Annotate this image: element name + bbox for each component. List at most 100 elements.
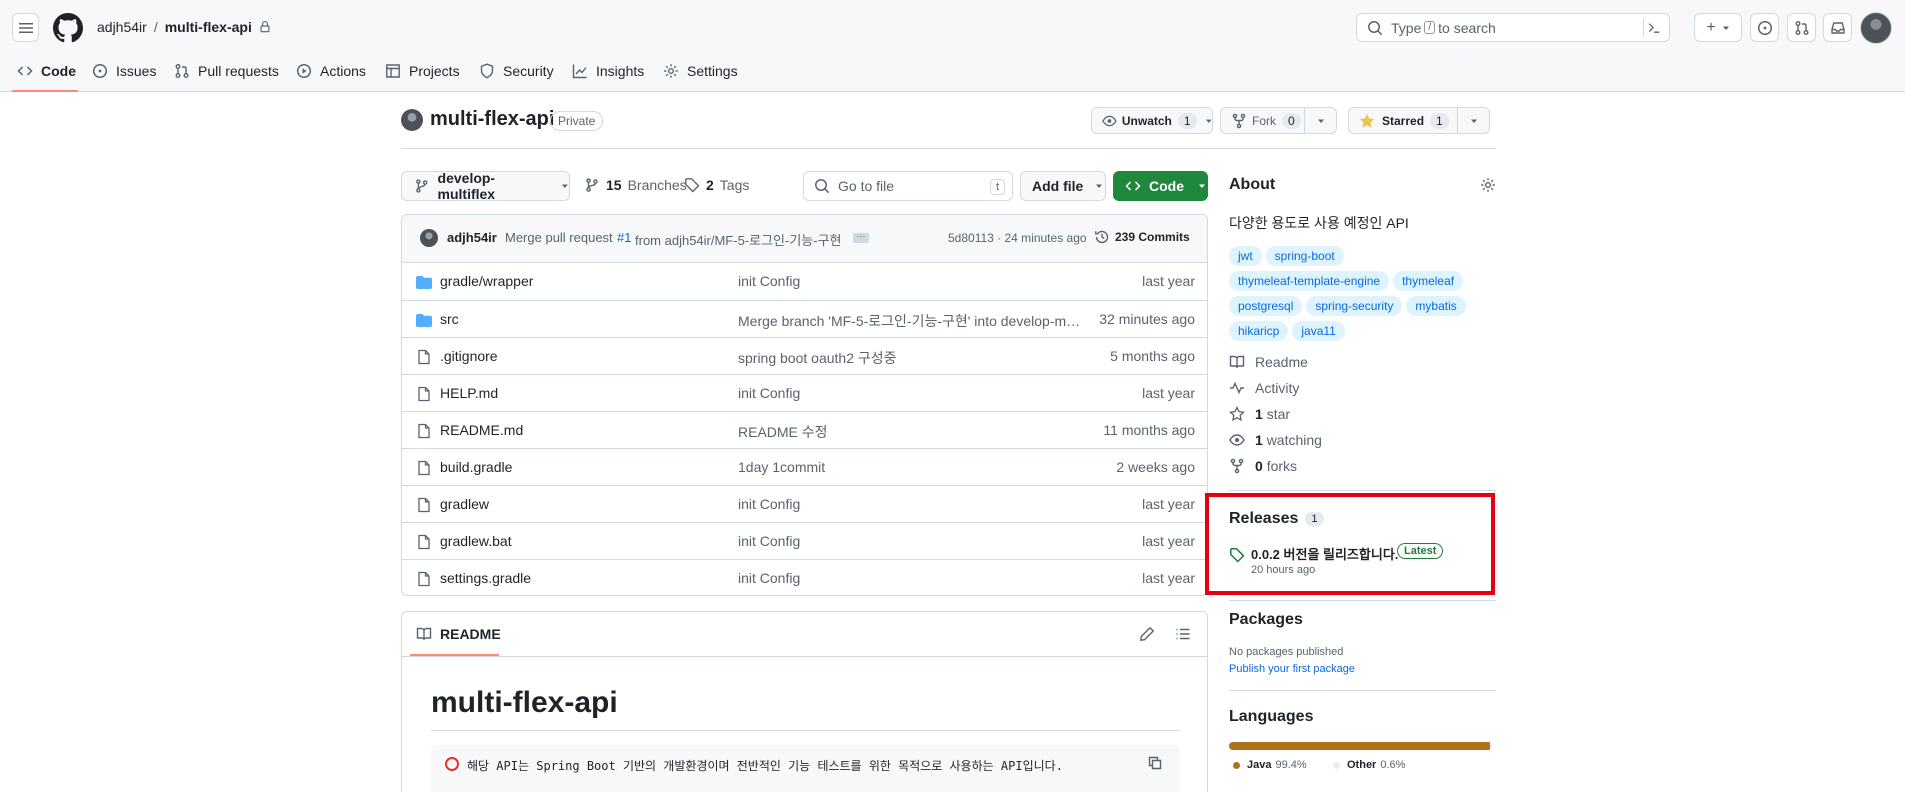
topic-tag[interactable]: jwt xyxy=(1229,246,1262,266)
table-row[interactable]: gradlew.bat init Config last year xyxy=(402,522,1207,559)
command-palette-icon[interactable] xyxy=(1643,18,1663,37)
add-file-button[interactable]: Add file xyxy=(1020,171,1106,201)
table-row[interactable]: gradle/wrapper init Config last year xyxy=(402,263,1207,300)
topic-tag[interactable]: hikaricp xyxy=(1229,321,1289,341)
create-new-button[interactable]: + xyxy=(1694,13,1742,42)
unwatch-button[interactable]: Unwatch 1 xyxy=(1091,107,1213,134)
history-icon xyxy=(1095,230,1109,244)
tags-label: Tags xyxy=(719,177,750,193)
tab-code[interactable]: Code xyxy=(17,60,76,82)
code-icon xyxy=(17,66,33,76)
search-input[interactable]: Type / to search xyxy=(1356,13,1670,42)
readme-link[interactable]: Readme xyxy=(1229,354,1308,370)
star-list-dropdown-button[interactable] xyxy=(1457,107,1490,134)
repo-title[interactable]: multi-flex-api xyxy=(430,108,554,131)
table-row[interactable]: build.gradle 1day 1commit 2 weeks ago xyxy=(402,448,1207,485)
copy-button[interactable] xyxy=(1147,755,1163,771)
table-row[interactable]: settings.gradle init Config last year xyxy=(402,559,1207,595)
edit-readme-button[interactable] xyxy=(1139,626,1155,642)
file-name[interactable]: gradlew xyxy=(440,496,489,512)
commit-history-link[interactable]: 239 Commits xyxy=(1094,229,1190,245)
readme-tab[interactable]: README xyxy=(416,626,501,642)
table-row[interactable]: .gitignore spring boot oauth2 구성중 5 months… xyxy=(402,337,1207,374)
file-name[interactable]: HELP.md xyxy=(440,385,498,401)
table-row[interactable]: src Merge branch 'MF-5-로그인-기능-구현' into de… xyxy=(402,300,1207,337)
code-button[interactable]: Code xyxy=(1113,171,1208,201)
file-commit-message[interactable]: init Config xyxy=(738,273,1083,289)
stars-link[interactable]: 1 star xyxy=(1229,406,1290,422)
file-name[interactable]: src xyxy=(440,311,459,327)
file-name[interactable]: settings.gradle xyxy=(440,570,531,586)
branches-link[interactable]: 15 Branches xyxy=(584,177,687,193)
branch-select[interactable]: develop-multiflex xyxy=(401,170,570,202)
tab-projects[interactable]: Projects xyxy=(385,60,460,82)
table-row[interactable]: gradlew init Config last year xyxy=(402,485,1207,522)
starred-button[interactable]: Starred 1 xyxy=(1348,107,1458,134)
topic-tag[interactable]: spring-security xyxy=(1306,296,1403,316)
readme-heading: multi-flex-api xyxy=(431,686,618,719)
publish-package-link[interactable]: Publish your first package xyxy=(1229,663,1355,675)
releases-title[interactable]: Releases 1 xyxy=(1229,510,1324,528)
language-java[interactable]: Java 99.4% xyxy=(1233,759,1307,771)
tab-issues[interactable]: Issues xyxy=(92,60,156,82)
file-name[interactable]: gradle/wrapper xyxy=(440,273,533,289)
go-to-file-input[interactable]: Go to file t xyxy=(803,171,1013,201)
file-name[interactable]: build.gradle xyxy=(440,459,512,475)
commit-message-end[interactable]: from adjh54ir/MF-5-로그인-기능-구현 xyxy=(635,230,842,249)
chevron-down-icon xyxy=(562,184,569,188)
table-row[interactable]: README.md README 수정 11 months ago xyxy=(402,411,1207,448)
topic-tag[interactable]: mybatis xyxy=(1406,296,1466,316)
file-commit-message[interactable]: init Config xyxy=(738,385,1083,401)
topic-tag[interactable]: thymeleaf-template-engine xyxy=(1229,271,1390,291)
pull-requests-button[interactable] xyxy=(1787,13,1816,42)
edit-about-button[interactable] xyxy=(1480,177,1496,193)
topic-tag[interactable]: java11 xyxy=(1292,321,1345,341)
file-commit-message[interactable]: Merge branch 'MF-5-로그인-기능-구현' into devel… xyxy=(738,311,1083,331)
file-commit-message[interactable]: init Config xyxy=(738,570,1083,586)
outline-button[interactable] xyxy=(1175,626,1191,642)
topic-tag[interactable]: spring-boot xyxy=(1265,246,1344,266)
issues-button[interactable] xyxy=(1750,13,1779,42)
watching-link[interactable]: 1 watching xyxy=(1229,432,1322,448)
file-name[interactable]: .gitignore xyxy=(440,348,498,364)
commit-hash-time[interactable]: 5d80113 · 24 minutes ago xyxy=(948,231,1087,245)
commit-message-start[interactable]: Merge pull request xyxy=(505,230,613,245)
tab-security[interactable]: Security xyxy=(479,60,554,82)
fork-dropdown-button[interactable] xyxy=(1304,107,1337,134)
file-icon xyxy=(416,386,432,402)
file-commit-message[interactable]: 1day 1commit xyxy=(738,459,1083,475)
user-avatar[interactable] xyxy=(1860,12,1892,44)
owner-link[interactable]: adjh54ir xyxy=(97,19,147,35)
play-icon xyxy=(296,63,312,79)
file-commit-message[interactable]: init Config xyxy=(738,533,1083,549)
file-commit-message[interactable]: init Config xyxy=(738,496,1083,512)
menu-button[interactable] xyxy=(12,13,39,42)
activity-link[interactable]: Activity xyxy=(1229,380,1299,396)
repo-link[interactable]: multi-flex-api xyxy=(165,19,252,35)
topic-tag[interactable]: postgresql xyxy=(1229,296,1303,316)
fork-button[interactable]: Fork 0 xyxy=(1220,107,1305,134)
file-icon xyxy=(416,534,432,550)
packages-title[interactable]: Packages xyxy=(1229,611,1303,629)
file-name[interactable]: README.md xyxy=(440,422,523,438)
github-logo[interactable] xyxy=(53,13,83,43)
tab-actions[interactable]: Actions xyxy=(296,60,366,82)
tab-pull-requests[interactable]: Pull requests xyxy=(174,60,279,82)
tab-settings[interactable]: Settings xyxy=(663,60,738,82)
tags-link[interactable]: 2 Tags xyxy=(684,177,749,193)
commit-ellipsis-button[interactable]: ··· xyxy=(853,232,869,243)
commit-author[interactable]: adjh54ir xyxy=(447,230,497,245)
commit-pr-link[interactable]: #1 xyxy=(617,230,631,245)
tab-insights[interactable]: Insights xyxy=(572,60,644,82)
topic-tag[interactable]: thymeleaf xyxy=(1393,271,1464,291)
language-other[interactable]: Other 0.6% xyxy=(1333,759,1405,771)
search-label-before: Type xyxy=(1391,19,1422,36)
file-commit-message[interactable]: README 수정 xyxy=(738,422,1083,442)
table-row[interactable]: HELP.md init Config last year xyxy=(402,374,1207,411)
commit-author-avatar[interactable] xyxy=(420,229,438,247)
file-commit-message[interactable]: spring boot oauth2 구성중 xyxy=(738,348,1083,368)
inbox-button[interactable] xyxy=(1823,13,1852,42)
forks-link[interactable]: 0 forks xyxy=(1229,458,1297,474)
branch-icon xyxy=(586,178,598,192)
file-name[interactable]: gradlew.bat xyxy=(440,533,512,549)
